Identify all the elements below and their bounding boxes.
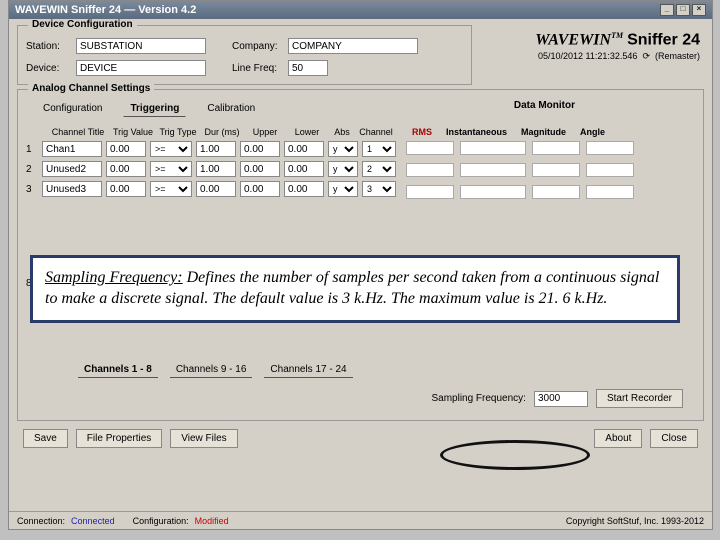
cfg-value: Modified	[195, 516, 229, 526]
minimize-button[interactable]: _	[660, 4, 674, 16]
channel-row: 1>=y1	[26, 141, 396, 157]
save-button[interactable]: Save	[23, 429, 68, 448]
start-recorder-button[interactable]: Start Recorder	[596, 389, 683, 408]
sampling-frequency-label: Sampling Frequency:	[431, 393, 526, 404]
copyright: Copyright SoftStuf, Inc. 1993-2012	[566, 516, 704, 526]
titlebar: WAVEWIN Sniffer 24 — Version 4.2 _ □ ×	[9, 1, 712, 19]
abs-select[interactable]: y	[328, 161, 358, 177]
dm-rms	[406, 185, 454, 199]
view-files-button[interactable]: View Files	[170, 429, 237, 448]
device-config-label: Device Configuration	[28, 19, 137, 30]
device-input[interactable]	[76, 60, 206, 76]
dm-rms	[406, 163, 454, 177]
abs-select[interactable]: y	[328, 181, 358, 197]
tab-calibration[interactable]: Calibration	[200, 100, 262, 117]
tab-channels-1-8[interactable]: Channels 1 - 8	[78, 362, 158, 378]
analog-settings-label: Analog Channel Settings	[28, 83, 154, 94]
trig-value-input[interactable]	[106, 181, 146, 197]
channel-title-input[interactable]	[42, 141, 102, 157]
lower-input[interactable]	[284, 181, 324, 197]
config-tabs: Configuration Triggering Calibration	[36, 100, 262, 117]
channel-select[interactable]: 3	[362, 181, 396, 197]
about-button[interactable]: About	[594, 429, 642, 448]
statusbar: Connection: Connected Configuration: Mod…	[9, 511, 712, 529]
trig-value-input[interactable]	[106, 141, 146, 157]
tab-channels-9-16[interactable]: Channels 9 - 16	[170, 362, 253, 378]
dm-mag	[532, 163, 580, 177]
sampling-frequency-input[interactable]	[534, 391, 588, 407]
trig-type-select[interactable]: >=	[150, 181, 192, 197]
tab-triggering[interactable]: Triggering	[123, 100, 186, 117]
dm-row	[406, 185, 695, 199]
dm-rms	[406, 141, 454, 155]
channel-row: 3>=y3	[26, 181, 396, 197]
data-monitor-heading: Data Monitor	[514, 100, 575, 111]
upper-input[interactable]	[240, 141, 280, 157]
tab-channels-17-24[interactable]: Channels 17 - 24	[264, 362, 352, 378]
dm-angle	[586, 185, 634, 199]
column-headers: Channel Title Trig Value Trig Type Dur (…	[48, 127, 396, 137]
upper-input[interactable]	[240, 161, 280, 177]
lower-input[interactable]	[284, 161, 324, 177]
station-label: Station:	[26, 41, 70, 52]
window-title: WAVEWIN Sniffer 24 — Version 4.2	[15, 4, 196, 16]
dm-headers: RMS Instantaneous Magnitude Angle	[412, 127, 695, 137]
file-properties-button[interactable]: File Properties	[76, 429, 162, 448]
linefreq-label: Line Freq:	[232, 63, 282, 74]
dm-mag	[532, 141, 580, 155]
trig-type-select[interactable]: >=	[150, 161, 192, 177]
dm-row	[406, 163, 695, 177]
device-config-group: Device Configuration Station: Company: D…	[17, 25, 472, 85]
lower-input[interactable]	[284, 141, 324, 157]
tab-configuration[interactable]: Configuration	[36, 100, 109, 117]
cfg-label: Configuration:	[133, 516, 189, 526]
duration-input[interactable]	[196, 181, 236, 197]
datetime-display: 05/10/2012 11:21:32.546 ⟳ (Remaster)	[535, 51, 700, 62]
conn-value: Connected	[71, 516, 115, 526]
trig-value-input[interactable]	[106, 161, 146, 177]
upper-input[interactable]	[240, 181, 280, 197]
dm-row	[406, 141, 695, 155]
station-input[interactable]	[76, 38, 206, 54]
device-label: Device:	[26, 63, 70, 74]
channel-number: 2	[26, 164, 38, 175]
dm-inst	[460, 163, 526, 177]
channel-number: 3	[26, 184, 38, 195]
channel-select[interactable]: 1	[362, 141, 396, 157]
dm-angle	[586, 163, 634, 177]
dm-angle	[586, 141, 634, 155]
trig-type-select[interactable]: >=	[150, 141, 192, 157]
duration-input[interactable]	[196, 161, 236, 177]
tooltip-title: Sampling Frequency:	[45, 269, 183, 286]
abs-select[interactable]: y	[328, 141, 358, 157]
channel-page-tabs: Channels 1 - 8 Channels 9 - 16 Channels …	[78, 362, 353, 378]
brand-logo: WAVEWINTM Sniffer 24	[535, 31, 700, 49]
channel-select[interactable]: 2	[362, 161, 396, 177]
conn-label: Connection:	[17, 516, 65, 526]
dm-inst	[460, 185, 526, 199]
sampling-frequency-tooltip: Sampling Frequency: Defines the number o…	[30, 255, 680, 323]
linefreq-input[interactable]	[288, 60, 328, 76]
maximize-button[interactable]: □	[676, 4, 690, 16]
channel-title-input[interactable]	[42, 181, 102, 197]
company-input[interactable]	[288, 38, 418, 54]
channel-title-input[interactable]	[42, 161, 102, 177]
company-label: Company:	[232, 41, 282, 52]
dm-inst	[460, 141, 526, 155]
close-button[interactable]: Close	[650, 429, 698, 448]
channel-number: 1	[26, 144, 38, 155]
duration-input[interactable]	[196, 141, 236, 157]
close-window-button[interactable]: ×	[692, 4, 706, 16]
channel-row: 2>=y2	[26, 161, 396, 177]
dm-mag	[532, 185, 580, 199]
